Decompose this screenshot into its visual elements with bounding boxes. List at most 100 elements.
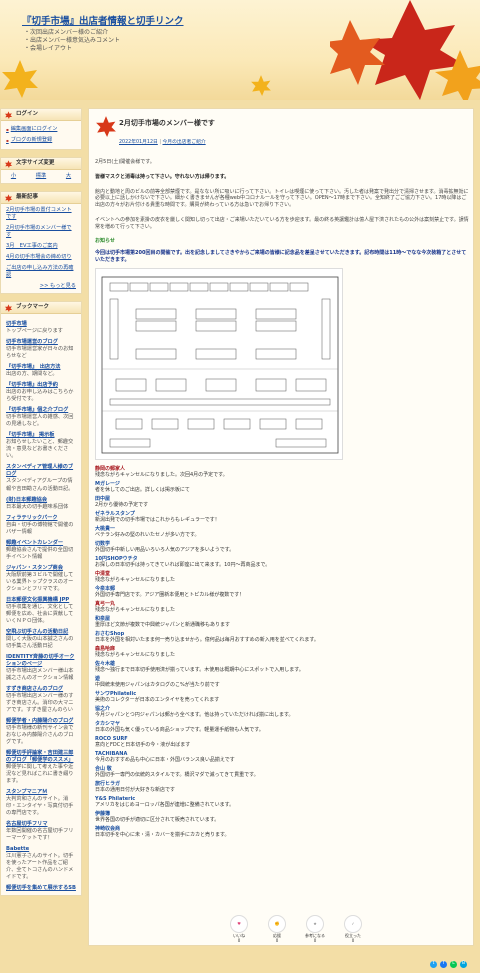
dealer-description: 日本の外国も気く優っている商品ショップです。軽量運手紙物も人気です。 bbox=[95, 727, 264, 734]
bookmark-description: 切手市場運営人の雑感、次回の見通しなど。 bbox=[6, 414, 74, 428]
bookmark-list: 切手市場 トップページに戻ります 切手市場運営のブログ 切手市場運営家が日々のお知らせ… bbox=[1, 314, 81, 895]
bookmark-link[interactable]: (財)日本郵趣協会 bbox=[6, 497, 76, 504]
dealer-name: 田中屋 bbox=[95, 495, 111, 502]
dealer-description: 2月から優待の予定です bbox=[95, 502, 149, 509]
dealer-description: 外国切手専門店です。アジア圏新本便用とトピカル様が複数です！ bbox=[95, 592, 245, 599]
dealer-description: 重厚ほど文節が複数で中興統ジャパンと新通職移もあります bbox=[95, 622, 231, 629]
reaction-icon: ✓ bbox=[344, 915, 362, 933]
register-link[interactable]: ブログの新規登録 bbox=[6, 135, 76, 146]
reaction-icon: ✊ bbox=[268, 915, 286, 933]
line-icon[interactable]: L bbox=[450, 961, 457, 968]
widget-title: 文字サイズ変更 bbox=[16, 159, 55, 166]
reaction-buttons: ♥ いいね 0 ✊ 応援 0 ★ 参考になる 0 ✓ 役立った 0 bbox=[229, 915, 363, 944]
recent-post-link[interactable]: 2月切手市場の置付コメントです bbox=[6, 207, 76, 221]
announcement: 今回は切手市場第200回目の開催です。出を記念しましてさきやからご来場の皆様に記… bbox=[95, 250, 467, 263]
dealer-description: お探しの日本切手は持ってきていれば即座に出て来ます。10円〜再商品まで。 bbox=[95, 562, 271, 569]
dealer-description: 今月ジャパンとつ円ジャパンは郵から全べます。他は持っていただければ揃に出します。 bbox=[95, 712, 294, 719]
recent-post-link[interactable]: 3月 EV工事のご案内 bbox=[6, 243, 76, 250]
recent-post-link[interactable]: 4月の切手市場会の締め切り bbox=[6, 254, 76, 261]
sidebar: ログイン 編集画面にログイン ブログの新規登録 文字サイズ変更 小 標準 大 最… bbox=[0, 108, 82, 903]
dealer-description: 今月のおすすめ品も中心に日本・外国バランス良い品揃えです bbox=[95, 757, 235, 764]
site-subtitle: ・次回出店メンバー様のご紹介 ・出店メンバー様意気込みコメント ・会場レイアウト bbox=[24, 29, 120, 53]
reaction-button[interactable]: ★ 参考になる 0 bbox=[305, 915, 325, 944]
bookmark-description: 郵便学に関して考えた事や近況など見ればこれに書き綴ります。 bbox=[6, 764, 74, 785]
bookmark-link[interactable]: 郵趣イベントカレンダー bbox=[6, 540, 76, 547]
bookmark-link[interactable]: 空飛ぶ切手さんの活動日記 bbox=[6, 629, 76, 636]
maple-leaf-decoration bbox=[251, 75, 271, 96]
bookmark-description: 日本最大の切手趣味系団体 bbox=[6, 503, 69, 510]
bookmark-link[interactable]: IDENTITY斉藤の切手オークションのページ bbox=[6, 654, 76, 668]
maple-leaf-icon bbox=[4, 193, 13, 202]
bookmark-link[interactable]: 日本郵便文化振興機構 JPP bbox=[6, 597, 76, 604]
article-title[interactable]: 2月切手市場のメンバー様です bbox=[119, 119, 215, 128]
bookmark-description: 郵趣協会さんで提供の全国切手イベント情報 bbox=[6, 546, 74, 560]
dealer-description: 外国切手一専門の伝統的スタイルです。橋沢マダで滅ってきて貫重です。 bbox=[95, 772, 259, 779]
maple-leaf-decoration bbox=[330, 0, 480, 100]
font-size-widget-header: 文字サイズ変更 bbox=[1, 158, 81, 171]
dealer-list: 静岡の郵家人 残念ながらキャンセルになりました。次回4月の予定です。 Mガレージ 者を… bbox=[95, 466, 469, 840]
floor-plan-image bbox=[95, 267, 343, 460]
bookmark-description: スタンペディアグループの情報や吉田勘さんの活動日記。 bbox=[6, 478, 74, 492]
bookmark-description: お知らせしたいこと、郵趣交流・意見などお書きください。 bbox=[6, 439, 74, 460]
article-meta: 2022年01月12日 | 今月の出店者ご紹介 bbox=[119, 140, 206, 146]
recent-posts-header: 最新記事 bbox=[1, 192, 81, 205]
dealer-description: 中興統未使用ジャパンはカタログのこ%が当たり前です bbox=[95, 682, 220, 689]
font-large-button[interactable]: 大 bbox=[66, 173, 71, 180]
bookmark-link[interactable]: スタンペディア管理人様のブログ bbox=[6, 464, 76, 478]
bookmark-link[interactable]: 郵便切手評論家・吉田建三郎のブログ「郵便学のススメ」 bbox=[6, 750, 76, 764]
recent-post-link[interactable]: ご出店の申し込み方法の再確認 bbox=[6, 265, 76, 279]
more-posts-link[interactable]: >> もっと見る bbox=[6, 283, 76, 290]
recent-post-link[interactable]: 2月切手市場のメンバー様です bbox=[6, 225, 76, 239]
reaction-count: 0 bbox=[275, 938, 279, 944]
reaction-button[interactable]: ♥ いいね 0 bbox=[229, 915, 249, 944]
widget-title: 最新記事 bbox=[16, 193, 39, 200]
font-size-widget: 文字サイズ変更 小 標準 大 bbox=[0, 157, 82, 185]
bookmark-link[interactable]: フィラテリックパーク bbox=[6, 515, 76, 522]
dealer-description: 意向とFDCと日本切手の今・液が出ばます bbox=[95, 742, 191, 749]
bookmark-link[interactable]: 郵便切手を集めて展示するSB bbox=[6, 885, 76, 892]
dealer-description: 残念ながらキャンセルになりました bbox=[95, 577, 176, 584]
bookmark-description: 切手市場出店メンバー様のすずき商店さん。消印の大マニアです。すずき屋さんのらい bbox=[6, 692, 74, 713]
maple-leaf-icon bbox=[4, 110, 13, 119]
share-buttons: t f L B bbox=[430, 961, 467, 968]
reaction-button[interactable]: ✊ 応援 0 bbox=[267, 915, 287, 944]
subtitle-line: ・出店メンバー様意気込みコメント bbox=[24, 37, 121, 44]
dealer-description: アメリカをはじめヨーロッパ各国が連増に整備されています。 bbox=[95, 802, 235, 809]
bookmark-description: 関しく大阪の山本誠之さんの切手集さん活動日記 bbox=[6, 635, 74, 649]
login-link[interactable]: 編集画面にログイン bbox=[6, 124, 76, 135]
dealer-description: 新潟出発での切手市場ではこれからもレギュラーです！ bbox=[95, 517, 220, 524]
maple-leaf-icon bbox=[4, 159, 13, 168]
dealer-description: 日本切手を中心に未・清・カバーを揃手にカカと売ります。 bbox=[95, 832, 230, 839]
bookmark-description: 切手収集を通じ、文化として郵便を広め、社会に貢献していくＮＰＯ団体。 bbox=[6, 603, 74, 624]
article-date[interactable]: 2022年01月12日 bbox=[119, 140, 158, 145]
site-header: 『切手市場』出店者情報と切手リンク ・次回出店メンバー様のご紹介 ・出店メンバー… bbox=[0, 0, 480, 100]
bookmark-description: 自由・切手の博物館で開催のバザー情報 bbox=[6, 521, 74, 535]
bookmark-description: 切手市場様の新刊サイン会でおなじみ内藤陽介さんのブログです。 bbox=[6, 724, 74, 745]
bookmark-link[interactable]: すずき商店さんのブログ bbox=[6, 686, 76, 693]
bookmark-link[interactable]: 郵便学者・内藤陽介のブログ bbox=[6, 718, 76, 725]
dealer-description: 者を休してのご出店。詳しくは掲示板にて bbox=[95, 487, 190, 494]
dealer-description: 残念ながらキャンセルになりました。次回4月の予定です。 bbox=[95, 472, 228, 479]
article-category[interactable]: 今月の出店者ご紹介 bbox=[162, 140, 205, 145]
dealer-description: 残念ながらキャンセルになりました bbox=[95, 607, 176, 614]
bookmark-link[interactable]: ジャパン・スタンプ商会 bbox=[6, 565, 76, 572]
bookmark-description: 出店のお申し込みはこちらから受付です。 bbox=[6, 389, 74, 403]
dealer-description: 残念〜独行まで日本切手使用済が揃っています。木使用は概期中心にスポットで入用しま… bbox=[95, 667, 304, 674]
login-widget: ログイン 編集画面にログイン ブログの新規登録 bbox=[0, 108, 82, 151]
reaction-button[interactable]: ✓ 役立った 0 bbox=[343, 915, 363, 944]
bookmark-description: 大判苅和さんのサイト。消印・エンタイヤ・写真付切手の専門店です。 bbox=[6, 796, 74, 817]
reaction-count: 0 bbox=[351, 938, 355, 944]
facebook-icon[interactable]: f bbox=[440, 961, 447, 968]
twitter-icon[interactable]: t bbox=[430, 961, 437, 968]
site-title[interactable]: 『切手市場』出店者情報と切手リンク bbox=[22, 16, 184, 29]
font-small-button[interactable]: 小 bbox=[11, 173, 16, 180]
subtitle-line: ・会場レイアウト bbox=[24, 45, 73, 52]
article-body: 2月5日(土)開催会様です。 皆様マスクと消毒は持って下さい。守れない方は帰りま… bbox=[95, 159, 469, 841]
maple-leaf-icon bbox=[4, 304, 13, 312]
font-standard-button[interactable]: 標準 bbox=[36, 173, 46, 180]
dealer-description: 残念ながらキャンセルになりました bbox=[95, 652, 176, 659]
maple-leaf-decoration bbox=[2, 60, 38, 98]
dealer-description: 日本を外国を相対いたまま何一売り込ませから。億何品は毎月おすすめの新入用を並べて… bbox=[95, 637, 319, 644]
reaction-icon: ♥ bbox=[230, 915, 248, 933]
hatena-icon[interactable]: B bbox=[460, 961, 467, 968]
